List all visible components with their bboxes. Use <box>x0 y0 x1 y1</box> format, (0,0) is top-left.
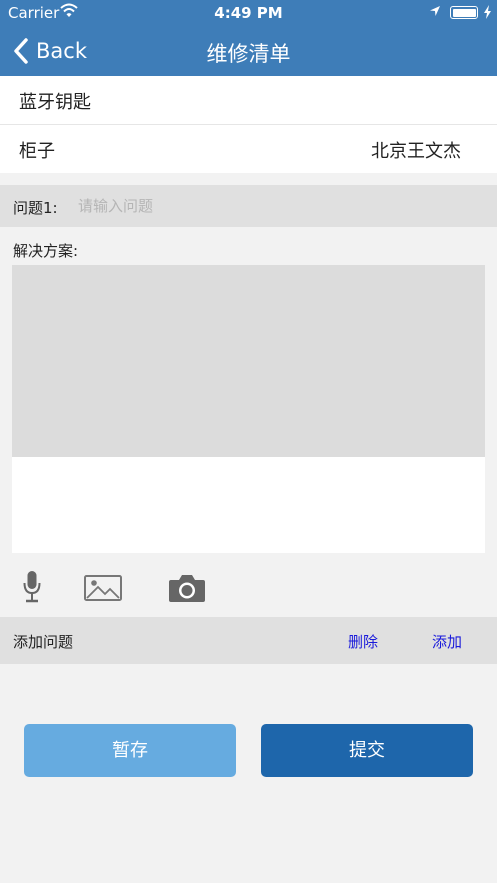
page-title: 维修清单 <box>206 42 291 66</box>
battery-icon <box>450 6 478 19</box>
solution-label: 解决方案: <box>13 242 79 260</box>
question-input[interactable] <box>78 192 478 220</box>
attachment-area <box>12 457 485 553</box>
cabinet-owner: 北京王文杰 <box>371 141 461 162</box>
status-bar: Carrier 4:49 PM <box>0 0 497 26</box>
microphone-icon[interactable] <box>22 570 42 604</box>
add-problem-row: 添加问题 删除 添加 <box>0 617 497 664</box>
submit-button[interactable]: 提交 <box>261 724 473 777</box>
question-row: 问题1: <box>0 185 497 227</box>
add-problem-label: 添加问题 <box>13 633 74 651</box>
add-link[interactable]: 添加 <box>432 631 462 652</box>
delete-link[interactable]: 删除 <box>348 631 378 652</box>
media-toolbar <box>0 568 497 606</box>
location-arrow-icon <box>430 6 440 16</box>
clock: 4:49 PM <box>214 4 283 22</box>
save-draft-button[interactable]: 暂存 <box>24 724 236 777</box>
info-list: 蓝牙钥匙 柜子 北京王文杰 <box>0 76 497 173</box>
item-name: 蓝牙钥匙 <box>19 92 91 113</box>
list-item: 蓝牙钥匙 <box>0 76 497 124</box>
cabinet-label: 柜子 <box>19 141 55 162</box>
list-item: 柜子 北京王文杰 <box>0 125 497 173</box>
solution-textarea[interactable] <box>12 265 485 457</box>
question-label: 问题1: <box>13 199 58 217</box>
camera-icon[interactable] <box>168 573 206 603</box>
navigation-bar: Back 维修清单 <box>0 26 497 76</box>
charging-bolt-icon <box>484 5 491 19</box>
image-icon[interactable] <box>84 575 122 601</box>
